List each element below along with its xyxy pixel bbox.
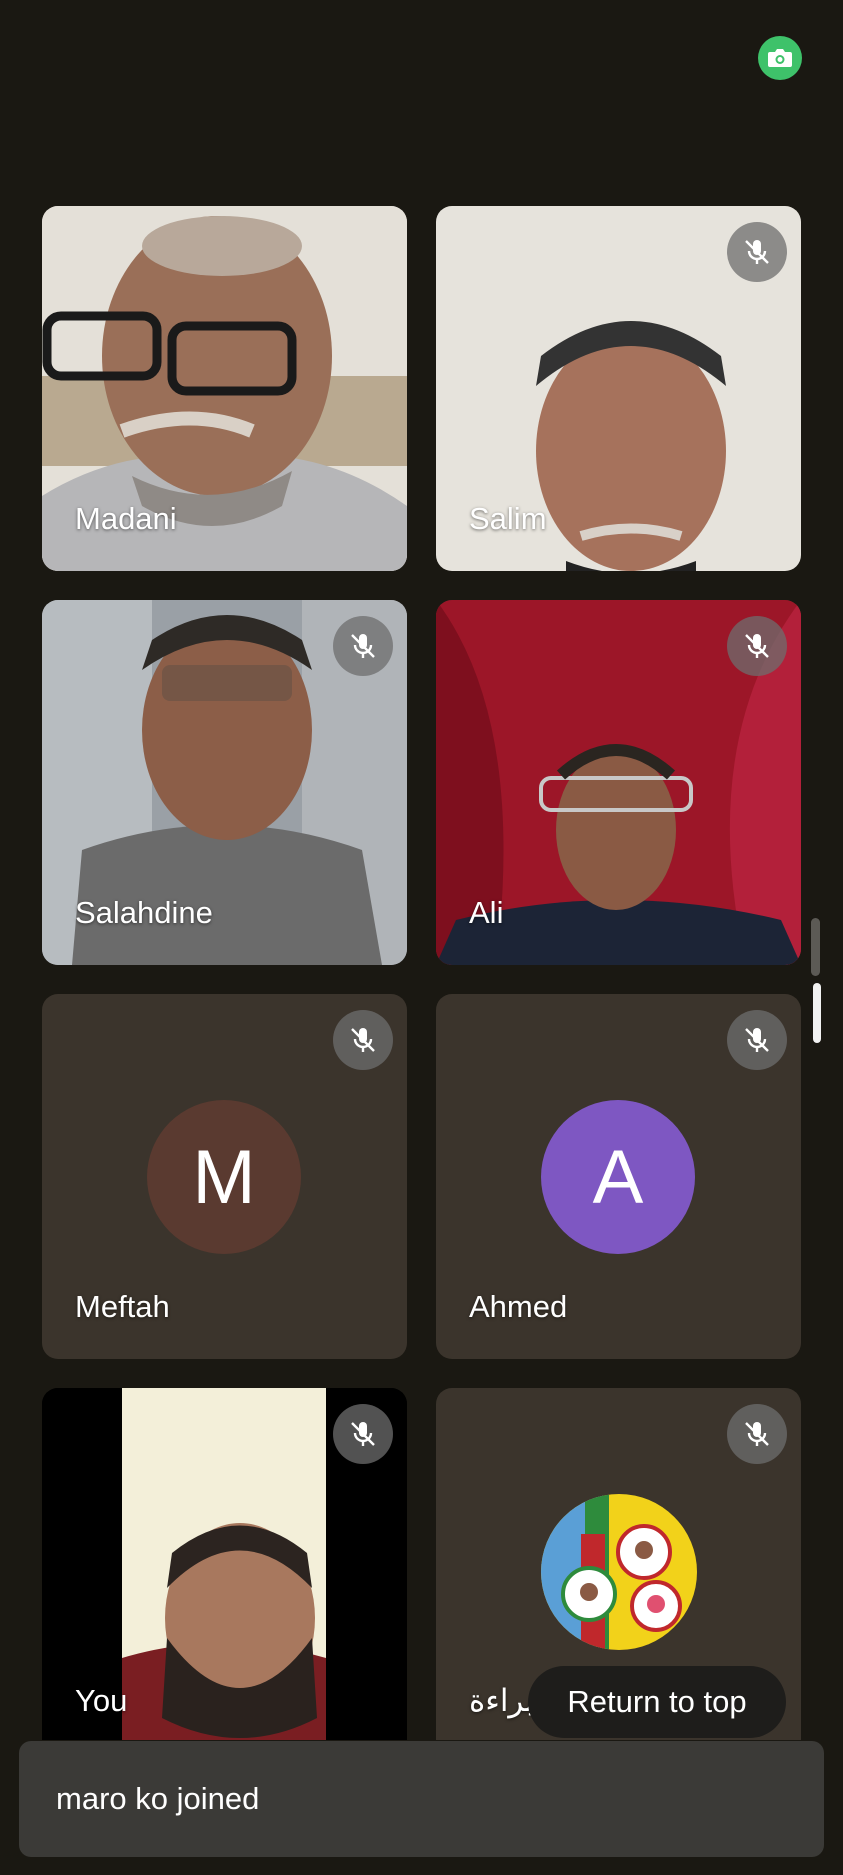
participant-name: براءة (469, 1683, 535, 1718)
participant-name: Madani (75, 501, 177, 536)
avatar-initial: M (192, 1134, 256, 1220)
participant-name: Salahdine (75, 895, 213, 930)
participant-tile-salahdine[interactable]: Salahdine (42, 600, 407, 965)
participant-tile-ali[interactable]: Ali (436, 600, 801, 965)
avatar-initial: A (592, 1134, 644, 1220)
participant-name: Salim (469, 501, 547, 536)
participant-tile-meftah[interactable]: M Meftah (42, 994, 407, 1359)
toast-message: maro ko joined (56, 1781, 260, 1816)
participant-name: You (75, 1683, 128, 1718)
participant-tile-you[interactable]: You (42, 1388, 407, 1740)
scrollbar-thumb[interactable] (813, 983, 821, 1043)
camera-flip-icon (768, 49, 792, 67)
muted-mic-icon (727, 616, 787, 676)
participant-tile-ahmed[interactable]: A Ahmed (436, 994, 801, 1359)
join-notification-toast: maro ko joined (19, 1741, 824, 1857)
camera-flip-button[interactable] (758, 36, 802, 80)
muted-mic-icon (333, 616, 393, 676)
avatar: M (147, 1100, 301, 1254)
return-to-top-label: Return to top (567, 1684, 747, 1719)
participant-name: Ali (469, 895, 504, 930)
participant-name: Meftah (75, 1289, 170, 1324)
muted-mic-icon (727, 1404, 787, 1464)
participant-tile-madani[interactable]: Madani (42, 206, 407, 571)
scrollbar-track[interactable] (811, 918, 820, 976)
muted-mic-icon (727, 222, 787, 282)
return-to-top-button[interactable]: Return to top (528, 1666, 786, 1738)
participant-name: Ahmed (469, 1289, 568, 1324)
avatar: A (541, 1100, 695, 1254)
muted-mic-icon (727, 1010, 787, 1070)
muted-mic-icon (333, 1010, 393, 1070)
participant-logo-avatar (541, 1494, 697, 1650)
muted-mic-icon (333, 1404, 393, 1464)
participant-tile-salim[interactable]: Salim (436, 206, 801, 571)
